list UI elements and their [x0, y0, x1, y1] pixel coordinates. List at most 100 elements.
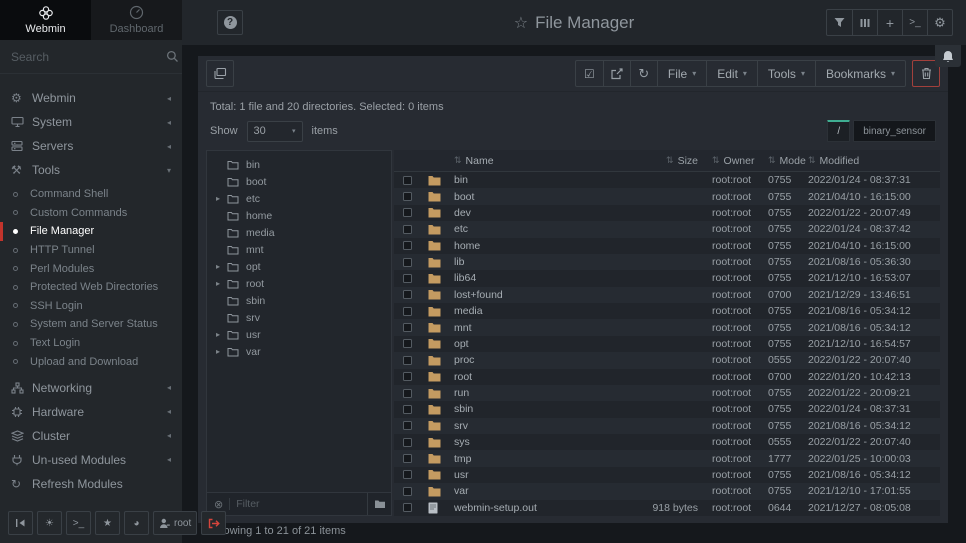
sidebar-subitem[interactable]: HTTP Tunnel	[0, 241, 182, 260]
row-checkbox[interactable]	[403, 323, 412, 332]
column-header-size[interactable]: ⇅Size	[617, 155, 712, 167]
sidebar-subitem[interactable]: Command Shell	[0, 185, 182, 204]
file-name[interactable]: boot	[454, 191, 617, 203]
filter-button[interactable]	[827, 10, 852, 35]
sidebar-item-refresh-modules[interactable]: ↻ Refresh Modules	[0, 472, 182, 496]
row-checkbox[interactable]	[403, 438, 412, 447]
table-row[interactable]: etc root:root 0755 2022/01/24 - 08:37:42	[394, 221, 940, 237]
table-row[interactable]: boot root:root 0755 2021/04/10 - 16:15:0…	[394, 188, 940, 204]
row-checkbox[interactable]	[403, 208, 412, 217]
sidebar-item-webmin[interactable]: ⚙ Webmin ◂	[0, 86, 182, 110]
export-button[interactable]	[603, 61, 630, 86]
tree-item[interactable]: ▸ bin	[207, 156, 391, 173]
columns-button[interactable]	[852, 10, 877, 35]
column-header-name[interactable]: ⇅Name	[454, 155, 617, 167]
row-checkbox[interactable]	[403, 421, 412, 430]
caret-right-icon[interactable]: ▸	[216, 262, 227, 271]
tab-dashboard[interactable]: Dashboard	[91, 0, 182, 40]
tree-item[interactable]: ▸ sbin	[207, 292, 391, 309]
file-name[interactable]: var	[454, 485, 617, 497]
row-checkbox[interactable]	[403, 487, 412, 496]
file-menu[interactable]: File▾	[657, 61, 706, 86]
paste-buffer-button[interactable]	[206, 60, 234, 87]
settings-button[interactable]: ⚙	[927, 10, 952, 35]
row-checkbox[interactable]	[403, 454, 412, 463]
table-row[interactable]: opt root:root 0755 2021/12/10 - 16:54:57	[394, 336, 940, 352]
collapse-sidebar-button[interactable]	[8, 511, 33, 535]
tree-options-button[interactable]	[367, 493, 391, 515]
file-name[interactable]: media	[454, 305, 617, 317]
tab-webmin[interactable]: Webmin	[0, 0, 91, 40]
table-row[interactable]: lost+found root:root 0700 2021/12/29 - 1…	[394, 287, 940, 303]
row-checkbox[interactable]	[403, 389, 412, 398]
bookmarks-menu[interactable]: Bookmarks▾	[815, 61, 905, 86]
sidebar-item-system[interactable]: System ◂	[0, 110, 182, 134]
logout-button[interactable]	[201, 511, 226, 535]
file-name[interactable]: proc	[454, 354, 617, 366]
sidebar-subitem[interactable]: SSH Login	[0, 297, 182, 316]
file-name[interactable]: bin	[454, 174, 617, 186]
clear-filter-icon[interactable]: ⊗	[214, 498, 223, 511]
terminal-button[interactable]: >_	[902, 10, 927, 35]
sidebar-subitem[interactable]: File Manager	[0, 222, 182, 241]
column-header-owner[interactable]: ⇅Owner	[712, 155, 768, 167]
tools-menu[interactable]: Tools▾	[757, 61, 815, 86]
sidebar-item-networking[interactable]: Networking ◂	[0, 376, 182, 400]
file-name[interactable]: root	[454, 371, 617, 383]
row-checkbox[interactable]	[403, 339, 412, 348]
path-tab[interactable]: /	[827, 120, 850, 142]
table-row[interactable]: srv root:root 0755 2021/08/16 - 05:34:12	[394, 418, 940, 434]
sidebar-item-tools[interactable]: ⚒ Tools ▾	[0, 158, 182, 182]
file-name[interactable]: mnt	[454, 322, 617, 334]
file-name[interactable]: srv	[454, 420, 617, 432]
caret-right-icon[interactable]: ▸	[216, 347, 227, 356]
caret-right-icon[interactable]: ▸	[216, 194, 227, 203]
row-checkbox[interactable]	[403, 372, 412, 381]
user-button[interactable]: root	[153, 511, 197, 535]
favorite-star-icon[interactable]: ☆	[514, 15, 528, 32]
row-checkbox[interactable]	[403, 356, 412, 365]
file-name[interactable]: tmp	[454, 453, 617, 465]
table-row[interactable]: sys root:root 0555 2022/01/22 - 20:07:40	[394, 434, 940, 450]
sidebar-item-hardware[interactable]: Hardware ◂	[0, 400, 182, 424]
file-name[interactable]: lib64	[454, 272, 617, 284]
table-row[interactable]: bin root:root 0755 2022/01/24 - 08:37:31	[394, 172, 940, 188]
path-tab[interactable]: binary_sensor	[853, 120, 936, 142]
notifications-drawer[interactable]	[935, 45, 961, 67]
sidebar-item-servers[interactable]: Servers ◂	[0, 134, 182, 158]
row-checkbox[interactable]	[403, 274, 412, 283]
column-header-modified[interactable]: ⇅Modified	[808, 155, 940, 167]
file-name[interactable]: dev	[454, 207, 617, 219]
row-checkbox[interactable]	[403, 176, 412, 185]
caret-right-icon[interactable]: ▸	[216, 330, 227, 339]
page-size-select[interactable]: 30 ▾	[247, 121, 303, 142]
table-row[interactable]: dev root:root 0755 2022/01/22 - 20:07:49	[394, 205, 940, 221]
theme-toggle-button[interactable]: ☀	[37, 511, 62, 535]
file-name[interactable]: webmin-setup.out	[454, 502, 617, 514]
refresh-button[interactable]: ↻	[630, 61, 657, 86]
table-row[interactable]: mnt root:root 0755 2021/08/16 - 05:34:12	[394, 319, 940, 335]
table-row[interactable]: sbin root:root 0755 2022/01/24 - 08:37:3…	[394, 401, 940, 417]
tree-item[interactable]: ▸ srv	[207, 309, 391, 326]
sidebar-subitem[interactable]: Text Login	[0, 334, 182, 353]
tree-item[interactable]: ▸ home	[207, 207, 391, 224]
table-row[interactable]: run root:root 0755 2022/01/22 - 20:09:21	[394, 385, 940, 401]
row-checkbox[interactable]	[403, 241, 412, 250]
row-checkbox[interactable]	[403, 258, 412, 267]
caret-right-icon[interactable]: ▸	[216, 279, 227, 288]
file-name[interactable]: home	[454, 240, 617, 252]
row-checkbox[interactable]	[403, 192, 412, 201]
sidebar-subitem[interactable]: Perl Modules	[0, 259, 182, 278]
sidebar-item-cluster[interactable]: Cluster ◂	[0, 424, 182, 448]
tree-item[interactable]: ▸ mnt	[207, 241, 391, 258]
row-checkbox[interactable]	[403, 405, 412, 414]
add-button[interactable]: +	[877, 10, 902, 35]
tree-item[interactable]: ▸ etc	[207, 190, 391, 207]
row-checkbox[interactable]	[403, 290, 412, 299]
file-name[interactable]: lib	[454, 256, 617, 268]
file-name[interactable]: sbin	[454, 403, 617, 415]
file-name[interactable]: lost+found	[454, 289, 617, 301]
table-row[interactable]: var root:root 0755 2021/12/10 - 17:01:55	[394, 483, 940, 499]
table-row[interactable]: media root:root 0755 2021/08/16 - 05:34:…	[394, 303, 940, 319]
table-row[interactable]: proc root:root 0555 2022/01/22 - 20:07:4…	[394, 352, 940, 368]
